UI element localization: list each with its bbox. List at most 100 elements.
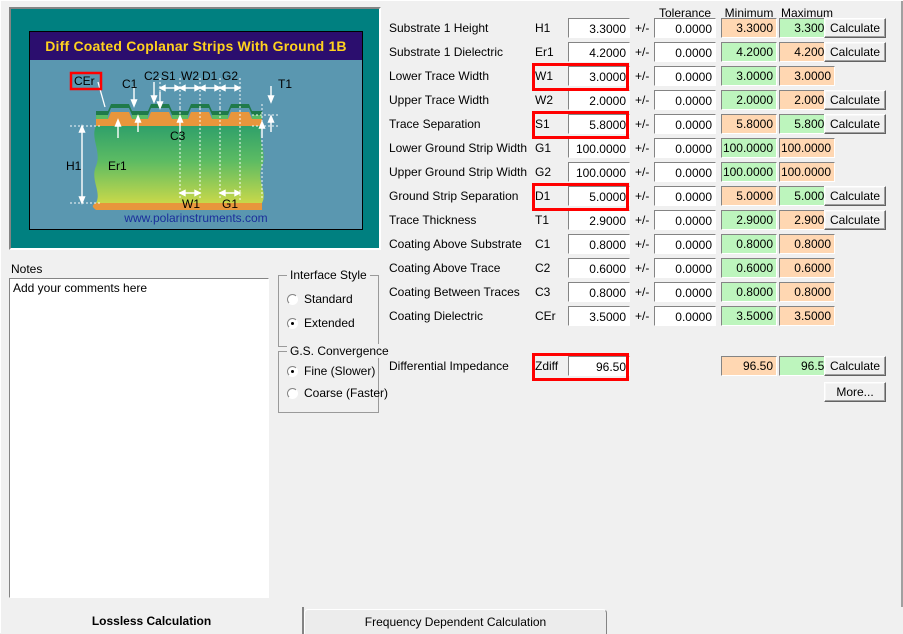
plus-minus-label: +/- <box>635 189 649 203</box>
parameter-value-input[interactable] <box>568 306 630 326</box>
calculate-button-s1[interactable]: Calculate <box>824 114 886 134</box>
result-label: Differential Impedance <box>389 359 509 373</box>
radio-convergence-fine[interactable]: Fine (Slower) <box>287 364 375 378</box>
notes-label: Notes <box>11 262 42 276</box>
tolerance-input[interactable] <box>654 90 716 110</box>
calculate-button-d1[interactable]: Calculate <box>824 186 886 206</box>
application-window: Diff Coated Coplanar Strips With Ground … <box>0 0 903 633</box>
radio-circle-icon <box>287 294 298 305</box>
calculate-button-w2[interactable]: Calculate <box>824 90 886 110</box>
parameter-value-input[interactable] <box>568 162 630 182</box>
tolerance-input[interactable] <box>654 258 716 278</box>
calculate-button-t1[interactable]: Calculate <box>824 210 886 230</box>
radio-interface-standard[interactable]: Standard <box>287 292 353 306</box>
parameter-label: Coating Dielectric <box>389 309 483 323</box>
parameter-value-input[interactable] <box>568 66 630 86</box>
parameter-symbol: W2 <box>535 93 553 107</box>
label-t1: T1 <box>278 77 292 91</box>
parameter-value-input[interactable] <box>568 42 630 62</box>
minimum-value: 0.8000 <box>721 234 777 254</box>
label-h1: H1 <box>66 159 82 173</box>
tolerance-input[interactable] <box>654 210 716 230</box>
parameter-symbol: S1 <box>535 117 550 131</box>
calculate-button-h1[interactable]: Calculate <box>824 18 886 38</box>
minimum-value: 3.5000 <box>721 306 777 326</box>
plus-minus-label: +/- <box>635 213 649 227</box>
result-value-input[interactable] <box>568 356 630 376</box>
tab-lossless-calculation[interactable]: Lossless Calculation <box>1 607 304 634</box>
minimum-value: 2.9000 <box>721 210 777 230</box>
plus-minus-label: +/- <box>635 21 649 35</box>
radio-convergence-coarse[interactable]: Coarse (Faster) <box>287 386 388 400</box>
tolerance-input[interactable] <box>654 114 716 134</box>
label-c3: C3 <box>170 129 186 143</box>
maximum-value: 0.8000 <box>779 234 835 254</box>
parameter-label: Lower Ground Strip Width <box>389 141 527 155</box>
parameter-label: Substrate 1 Dielectric <box>389 45 503 59</box>
parameter-symbol: G2 <box>535 165 551 179</box>
plus-minus-label: +/- <box>635 93 649 107</box>
parameter-value-input[interactable] <box>568 90 630 110</box>
tolerance-input[interactable] <box>654 234 716 254</box>
parameter-value-input[interactable] <box>568 234 630 254</box>
plus-minus-label: +/- <box>635 261 649 275</box>
parameter-symbol: Er1 <box>535 45 554 59</box>
parameter-label: Coating Above Trace <box>389 261 500 275</box>
parameter-symbol: CEr <box>535 309 556 323</box>
parameter-value-input[interactable] <box>568 186 630 206</box>
parameter-label: Lower Trace Width <box>389 69 489 83</box>
plus-minus-label: +/- <box>635 45 649 59</box>
maximum-value: 100.0000 <box>779 162 835 182</box>
label-c2: C2 <box>144 69 160 83</box>
maximum-value: 3.0000 <box>779 66 835 86</box>
more-button[interactable]: More... <box>824 382 886 402</box>
parameter-label: Upper Trace Width <box>389 93 489 107</box>
parameter-symbol: C2 <box>535 261 550 275</box>
tolerance-input[interactable] <box>654 186 716 206</box>
tolerance-input[interactable] <box>654 66 716 86</box>
tolerance-input[interactable] <box>654 306 716 326</box>
plus-minus-label: +/- <box>635 285 649 299</box>
minimum-value: 5.0000 <box>721 186 777 206</box>
calculate-button-er1[interactable]: Calculate <box>824 42 886 62</box>
parameter-label: Substrate 1 Height <box>389 21 488 35</box>
interface-style-title: Interface Style <box>287 268 370 282</box>
tab-frequency-dependent-calculation[interactable]: Frequency Dependent Calculation <box>304 609 607 634</box>
parameter-symbol: W1 <box>535 69 553 83</box>
radio-interface-extended[interactable]: Extended <box>287 316 355 330</box>
parameter-value-input[interactable] <box>568 210 630 230</box>
tolerance-input[interactable] <box>654 138 716 158</box>
tolerance-input[interactable] <box>654 162 716 182</box>
plus-minus-label: +/- <box>635 237 649 251</box>
parameter-value-input[interactable] <box>568 18 630 38</box>
minimum-value: 2.0000 <box>721 90 777 110</box>
label-g1: G1 <box>222 197 238 211</box>
minimum-value: 0.6000 <box>721 258 777 278</box>
diagram-title: Diff Coated Coplanar Strips With Ground … <box>30 32 362 60</box>
tolerance-input[interactable] <box>654 42 716 62</box>
calculate-button-zdiff[interactable]: Calculate <box>824 356 886 376</box>
notes-input[interactable] <box>9 278 269 598</box>
tolerance-input[interactable] <box>654 18 716 38</box>
minimum-value: 5.8000 <box>721 114 777 134</box>
minimum-value: 3.3000 <box>721 18 777 38</box>
label-cer: CEr <box>74 74 95 88</box>
tab-strip: Lossless Calculation Frequency Dependent… <box>1 607 903 634</box>
parameter-value-input[interactable] <box>568 258 630 278</box>
plus-minus-label: +/- <box>635 117 649 131</box>
parameter-symbol: T1 <box>535 213 549 227</box>
parameter-value-input[interactable] <box>568 138 630 158</box>
result-symbol: Zdiff <box>535 359 558 373</box>
maximum-value: 0.8000 <box>779 282 835 302</box>
label-s1: S1 <box>161 69 176 83</box>
parameter-symbol: G1 <box>535 141 551 155</box>
parameter-value-input[interactable] <box>568 114 630 134</box>
label-c1: C1 <box>122 77 138 91</box>
label-g2: G2 <box>222 69 238 83</box>
result-minimum: 96.50 <box>721 356 777 376</box>
parameter-value-input[interactable] <box>568 282 630 302</box>
tolerance-input[interactable] <box>654 282 716 302</box>
cross-section-diagram-panel: Diff Coated Coplanar Strips With Ground … <box>9 7 381 250</box>
plus-minus-label: +/- <box>635 309 649 323</box>
maximum-value: 0.6000 <box>779 258 835 278</box>
